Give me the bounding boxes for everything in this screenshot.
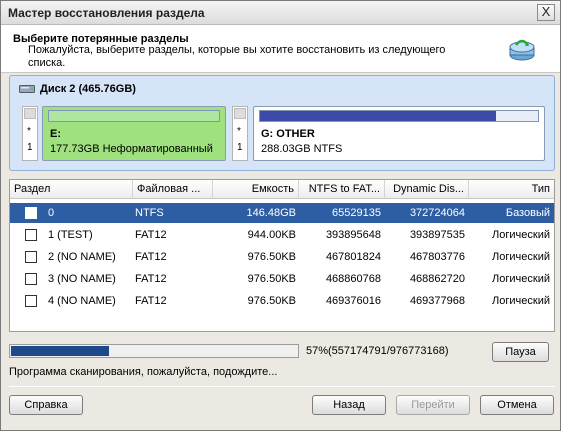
partition-table: Раздел Файловая ... Емкость NTFS to FAT.… — [9, 179, 555, 332]
cell-partition: 1 (TEST) — [48, 229, 93, 241]
cancel-button[interactable]: Отмена — [480, 395, 554, 415]
disk-map-panel: Диск 2 (465.76GB) * 1 E: 177.73GB Неформ… — [9, 75, 555, 171]
cell-dynamic-disk: 467803776 — [409, 251, 465, 263]
cell-filesystem: FAT12 — [135, 251, 167, 263]
column-header-capacity[interactable]: Емкость — [213, 180, 299, 199]
cell-partition: 3 (NO NAME) — [48, 273, 116, 285]
footer-separator — [9, 386, 555, 387]
cell-partition: 2 (NO NAME) — [48, 251, 116, 263]
scan-progress-bar — [9, 344, 299, 358]
column-header-type[interactable]: Тип — [469, 180, 554, 199]
cell-ntfs-to-fat: 393895648 — [325, 229, 381, 241]
partition-name: G: OTHER — [261, 128, 315, 140]
cell-filesystem: NTFS — [135, 207, 164, 219]
table-header: Раздел Файловая ... Емкость NTFS to FAT.… — [10, 180, 554, 199]
cell-type: Логический — [492, 295, 550, 307]
column-header-filesystem[interactable]: Файловая ... — [133, 180, 213, 199]
row-checkbox[interactable] — [25, 229, 37, 241]
cell-dynamic-disk: 393897535 — [409, 229, 465, 241]
title-bar: Мастер восстановления раздела X — [1, 1, 560, 25]
disk-label: Диск 2 (465.76GB) — [40, 83, 136, 95]
cell-capacity: 976.50KB — [247, 273, 296, 285]
next-button[interactable]: Перейти — [396, 395, 470, 415]
table-row[interactable]: 4 (NO NAME) FAT12 976.50KB 469376016 4693779… — [10, 291, 554, 311]
cell-partition: 4 (NO NAME) — [48, 295, 116, 307]
scan-progress-area: 57%(557174791/976773168) Программа скани… — [9, 342, 555, 382]
column-header-ntfs-to-fat[interactable]: NTFS to FAT... — [299, 180, 385, 199]
scan-progress-text: 57%(557174791/976773168) — [306, 345, 449, 357]
cell-capacity: 146.48GB — [246, 207, 296, 219]
cell-ntfs-to-fat: 469376016 — [325, 295, 381, 307]
table-row[interactable]: 0 NTFS 146.48GB 65529135 372724064 Базовый — [10, 203, 554, 223]
partition-name: E: — [50, 128, 61, 140]
disk-icon — [19, 85, 35, 93]
cell-ntfs-to-fat: 65529135 — [332, 207, 381, 219]
recovery-wizard-window: Мастер восстановления раздела X Выберите… — [0, 0, 561, 431]
cell-capacity: 976.50KB — [247, 251, 296, 263]
cell-filesystem: FAT12 — [135, 295, 167, 307]
cell-type: Логический — [492, 251, 550, 263]
row-checkbox[interactable] — [25, 273, 37, 285]
pause-button[interactable]: Пауза — [492, 342, 549, 362]
back-button[interactable]: Назад — [312, 395, 386, 415]
cell-dynamic-disk: 469377968 — [409, 295, 465, 307]
cell-capacity: 976.50KB — [247, 295, 296, 307]
row-checkbox[interactable] — [25, 251, 37, 263]
cell-filesystem: FAT12 — [135, 229, 167, 241]
close-button[interactable]: X — [537, 4, 555, 21]
column-header-dynamic-disk[interactable]: Dynamic Dis... — [385, 180, 469, 199]
scan-progress-fill — [11, 346, 109, 356]
table-row[interactable]: 3 (NO NAME) FAT12 976.50KB 468860768 4688627… — [10, 269, 554, 289]
row-checkbox[interactable] — [25, 295, 37, 307]
cell-ntfs-to-fat: 468860768 — [325, 273, 381, 285]
wizard-header: Выберите потерянные разделы Пожалуйста, … — [1, 25, 560, 73]
cell-ntfs-to-fat: 467801824 — [325, 251, 381, 263]
partition-block-e[interactable]: E: 177.73GB Неформатированный — [42, 106, 226, 161]
cell-type: Логический — [492, 273, 550, 285]
partition-info: 288.03GB NTFS — [261, 143, 343, 155]
cell-partition: 0 — [48, 207, 55, 219]
partition-block-g[interactable]: G: OTHER 288.03GB NTFS — [253, 106, 545, 161]
cell-capacity: 944.00KB — [247, 229, 296, 241]
cell-dynamic-disk: 372724064 — [409, 207, 465, 219]
unallocated-slot[interactable]: * 1 — [232, 106, 248, 161]
table-row[interactable]: 2 (NO NAME) FAT12 976.50KB 467801824 4678037… — [10, 247, 554, 267]
table-row[interactable]: 1 (TEST) FAT12 944.00KB 393895648 393897535 Л… — [10, 225, 554, 245]
unallocated-slot[interactable]: * 1 — [22, 106, 38, 161]
window-title: Мастер восстановления раздела — [8, 6, 205, 20]
recovery-wizard-icon — [509, 39, 535, 61]
cell-type: Логический — [492, 229, 550, 241]
help-button[interactable]: Справка — [9, 395, 83, 415]
cell-dynamic-disk: 468862720 — [409, 273, 465, 285]
header-subtitle: Пожалуйста, выберите разделы, которые вы… — [28, 44, 446, 69]
partition-info: 177.73GB Неформатированный — [50, 143, 213, 155]
cell-type: Базовый — [505, 207, 550, 219]
column-header-partition[interactable]: Раздел — [10, 180, 133, 199]
cell-filesystem: FAT12 — [135, 273, 167, 285]
row-checkbox[interactable] — [25, 207, 37, 219]
scan-status-text: Программа сканирования, пожалуйста, подо… — [9, 366, 278, 378]
